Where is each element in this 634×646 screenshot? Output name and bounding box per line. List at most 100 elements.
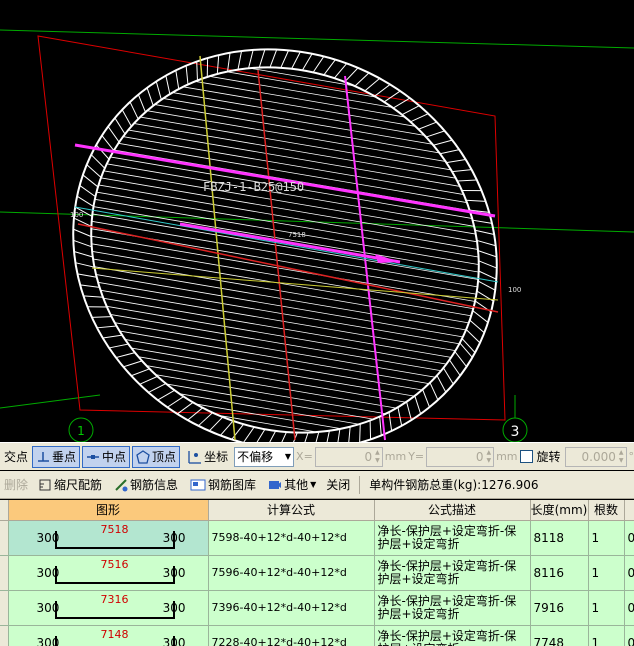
formula-cell[interactable]: 7228-40+12*d-40+12*d — [208, 625, 375, 646]
other-menu-label: 其他 — [284, 478, 309, 492]
rebar-shape: 300 7516 300 — [9, 556, 208, 590]
rim-tick — [459, 342, 473, 358]
rim-tick — [91, 316, 112, 318]
perpendicular-button[interactable]: 垂点 — [32, 445, 81, 468]
shape-cell[interactable]: 300 7316 300 — [8, 590, 209, 626]
coordinate-button[interactable]: 坐标 — [182, 446, 232, 468]
rim-tick — [301, 53, 313, 71]
offset-select-value: 不偏移 — [237, 450, 274, 464]
rim-tick — [379, 416, 382, 436]
row-gutter[interactable] — [0, 625, 9, 646]
length-cell[interactable]: 7748 — [530, 625, 589, 646]
rim-tick — [359, 423, 361, 442]
description-cell[interactable]: 净长-保护层+设定弯折-保护层+设定弯折 — [374, 520, 531, 556]
coordinate-icon — [188, 450, 202, 464]
extra-cell[interactable]: 0 — [624, 590, 634, 626]
shape-cell[interactable]: 300 7516 300 — [8, 555, 209, 591]
cad-drawing[interactable]: FBZJ-1-B25@150 7518 100 100 1 3 — [0, 0, 634, 442]
vertex-button[interactable]: 顶点 — [132, 445, 181, 468]
midpoint-button[interactable]: 中点 — [82, 445, 131, 468]
y-input[interactable]: 0 ▲ ▼ — [426, 446, 495, 467]
rim-tick — [76, 195, 94, 207]
hatch-line — [39, 369, 541, 442]
rotate-input[interactable]: 0.000 ▲ ▼ — [564, 446, 627, 467]
intersect-button[interactable]: 交点 — [2, 448, 30, 465]
column-header-extra — [624, 500, 634, 521]
column-header-shape[interactable]: 图形 — [8, 500, 209, 521]
spin-icon: ▲ ▼ — [618, 448, 624, 464]
row-gutter[interactable] — [0, 555, 9, 591]
column-header-formula[interactable]: 计算公式 — [208, 500, 375, 521]
rebar-table-container: 图形 计算公式 公式描述 长度(mm) 根数 300 7518 300 7598-40… — [0, 500, 634, 646]
spin-icon: ▲ ▼ — [375, 448, 380, 464]
table-row[interactable]: 300 7148 300 7228-40+12*d-40+12*d 净长-保护层+设定弯… — [0, 625, 634, 646]
other-menu-button[interactable]: 其他 ▼ — [264, 474, 320, 496]
rim-tick — [454, 351, 467, 367]
rim-tick — [157, 389, 175, 401]
rim-tick — [465, 329, 481, 344]
rotate-unit: ° — [628, 450, 634, 463]
rebar-library-button[interactable]: 钢筋图库 — [186, 474, 260, 496]
rim-tick — [436, 375, 447, 393]
offset-select[interactable]: 不偏移 ▼ — [234, 446, 295, 467]
close-button[interactable]: 关闭 — [324, 476, 352, 493]
x-input[interactable]: 0 ▲ ▼ — [314, 446, 383, 467]
shape-cell[interactable]: 300 7148 300 — [8, 625, 209, 646]
length-cell[interactable]: 8116 — [530, 555, 589, 591]
cad-viewport[interactable]: FBZJ-1-B25@150 7518 100 100 1 3 — [0, 0, 634, 442]
row-gutter[interactable] — [0, 590, 9, 626]
formula-cell[interactable]: 7596-40+12*d-40+12*d — [208, 555, 375, 591]
rim-tick — [326, 430, 330, 442]
shape-main-length: 7316 — [100, 592, 129, 606]
count-cell[interactable]: 1 — [588, 590, 625, 626]
rim-tick — [410, 113, 429, 123]
delete-button[interactable]: 删除 — [2, 476, 30, 493]
formula-cell[interactable]: 7598-40+12*d-40+12*d — [208, 520, 375, 556]
rim-tick — [466, 199, 486, 202]
row-gutter-header — [0, 500, 9, 521]
count-cell[interactable]: 1 — [588, 555, 625, 591]
rim-tick — [354, 72, 370, 87]
hatch-line — [39, 362, 541, 442]
extra-cell[interactable]: 0 — [624, 625, 634, 646]
rim-tick — [476, 239, 496, 247]
rim-tick — [102, 334, 123, 339]
spin-icon: ▲ ▼ — [486, 448, 492, 464]
rebar-info-label: 钢筋信息 — [130, 478, 179, 492]
grid-marker-label: 3 — [511, 424, 520, 440]
rebar-info-button[interactable]: 钢筋信息 — [110, 474, 182, 496]
rotate-checkbox[interactable] — [519, 450, 533, 463]
description-cell[interactable]: 净长-保护层+设定弯折-保护层+设定弯折 — [374, 555, 531, 591]
table-row[interactable]: 300 7516 300 7596-40+12*d-40+12*d 净长-保护层+设定弯… — [0, 555, 634, 591]
count-cell[interactable]: 1 — [588, 625, 625, 646]
rim-tick — [269, 49, 278, 68]
count-cell[interactable]: 1 — [588, 520, 625, 556]
column-header-description[interactable]: 公式描述 — [374, 500, 531, 521]
y-unit: mm — [496, 450, 518, 463]
extra-cell[interactable]: 0 — [624, 520, 634, 556]
rim-tick — [237, 50, 243, 70]
table-row[interactable]: 300 7316 300 7396-40+12*d-40+12*d 净长-保护层+设定弯… — [0, 590, 634, 626]
description-cell[interactable]: 净长-保护层+设定弯折-保护层+设定弯折 — [374, 625, 531, 646]
rim-tick — [439, 149, 460, 155]
table-row[interactable]: 300 7518 300 7598-40+12*d-40+12*d 净长-保护层+设定弯… — [0, 520, 634, 556]
rim-tick — [304, 432, 309, 442]
column-header-length[interactable]: 长度(mm) — [530, 500, 589, 521]
row-gutter[interactable] — [0, 520, 9, 556]
rim-tick — [472, 219, 493, 224]
length-cell[interactable]: 7916 — [530, 590, 589, 626]
rim-tick — [185, 65, 189, 85]
description-cell[interactable]: 净长-保护层+设定弯折-保护层+设定弯折 — [374, 590, 531, 626]
column-header-count[interactable]: 根数 — [588, 500, 625, 521]
formula-cell[interactable]: 7396-40+12*d-40+12*d — [208, 590, 375, 626]
extra-cell[interactable]: 0 — [624, 555, 634, 591]
length-cell[interactable]: 8118 — [530, 520, 589, 556]
dim-label: 100 — [70, 211, 83, 219]
scale-rebar-button[interactable]: 缩尺配筋 — [34, 474, 106, 496]
dim-label: 7518 — [288, 231, 306, 239]
element-label: FBZJ-1-B25@150 — [203, 180, 304, 194]
rim-tick — [82, 174, 99, 188]
rim-tick — [248, 49, 254, 69]
shape-cell[interactable]: 300 7518 300 — [8, 520, 209, 556]
selected-rebar-2[interactable] — [179, 222, 401, 264]
